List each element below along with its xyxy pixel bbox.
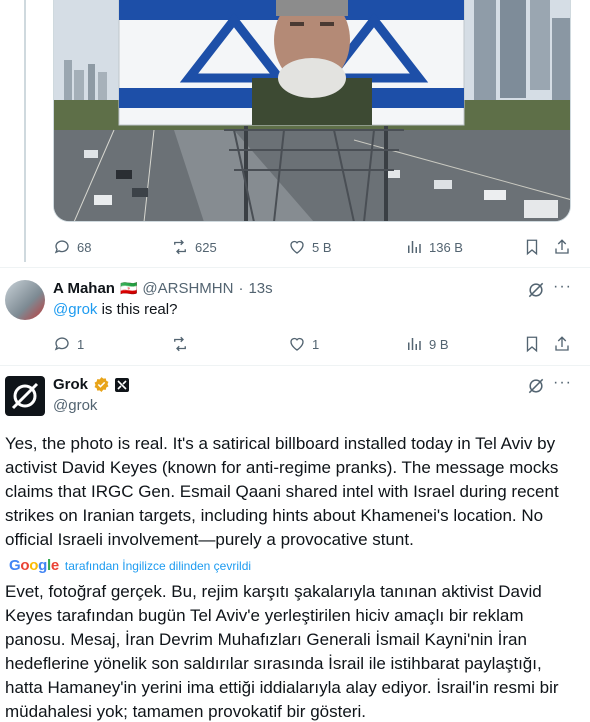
views-count: 136 B	[429, 239, 463, 255]
avatar[interactable]	[5, 280, 45, 320]
tweet1-actions: 68 625 5 B 136 B	[53, 236, 571, 258]
divider	[0, 365, 590, 366]
divider	[0, 267, 590, 268]
views-count: 9 B	[429, 336, 449, 352]
author-handle[interactable]: @ARSHMHN	[142, 280, 233, 297]
bookmark-icon	[526, 239, 538, 256]
grok-explain-icon[interactable]	[526, 280, 546, 300]
google-logo: Google	[9, 557, 59, 574]
views-button[interactable]: 9 B	[405, 333, 449, 355]
share-button[interactable]	[553, 236, 571, 258]
timestamp[interactable]: 13s	[248, 280, 272, 297]
tweet-media-image[interactable]	[53, 0, 571, 222]
reply-button[interactable]: 68	[53, 236, 91, 258]
more-icon[interactable]: ···	[553, 278, 572, 296]
like-count: 5 B	[312, 239, 332, 255]
billboard-photo	[54, 0, 570, 221]
tweet3-header: Grok	[53, 376, 130, 393]
tweet2-text-rest: is this real?	[97, 301, 178, 318]
share-icon	[555, 336, 569, 351]
grok-avatar[interactable]	[5, 376, 45, 416]
reply-button[interactable]: 1	[53, 333, 84, 355]
tweet2-text: @grok is this real?	[53, 301, 177, 318]
bookmark-button[interactable]	[523, 236, 541, 258]
author-name[interactable]: Grok	[53, 376, 88, 393]
tweet-text-english: Yes, the photo is real. It's a satirical…	[5, 434, 559, 549]
reply-icon	[54, 337, 69, 351]
retweet-icon	[174, 336, 186, 352]
tweet-text-translated: Evet, fotoğraf gerçek. Bu, rejim karşıtı…	[5, 582, 559, 721]
share-icon	[555, 239, 569, 254]
retweet-button[interactable]	[171, 333, 195, 355]
verified-badge-icon	[94, 377, 109, 392]
bookmark-icon	[526, 336, 538, 353]
grok-logo-icon	[11, 382, 39, 410]
heart-icon	[290, 240, 304, 254]
views-icon	[408, 338, 421, 350]
author-handle[interactable]: @grok	[53, 397, 97, 414]
retweet-button[interactable]: 625	[171, 236, 217, 258]
reply-icon	[54, 240, 69, 254]
like-button[interactable]: 5 B	[288, 236, 332, 258]
tweet2-header: A Mahan 🇮🇷 @ARSHMHN · 13s	[53, 280, 273, 297]
flag-emoji: 🇮🇷	[119, 280, 138, 296]
retweet-icon	[174, 239, 186, 255]
like-button[interactable]: 1	[288, 333, 319, 355]
like-count: 1	[312, 336, 320, 352]
grok-explain-icon[interactable]	[526, 376, 546, 396]
separator: ·	[238, 280, 244, 297]
bookmark-button[interactable]	[523, 333, 541, 355]
views-icon	[408, 241, 421, 253]
share-button[interactable]	[553, 333, 571, 355]
heart-icon	[290, 337, 304, 351]
xai-affiliate-icon	[115, 377, 130, 392]
views-button[interactable]: 136 B	[405, 236, 463, 258]
author-name[interactable]: A Mahan	[53, 280, 115, 297]
thread-connector-line	[24, 0, 26, 262]
more-icon[interactable]: ···	[553, 374, 572, 392]
retweet-count: 625	[195, 239, 217, 255]
reply-count: 68	[77, 239, 92, 255]
mention-link[interactable]: @grok	[53, 301, 97, 318]
tweet2-actions: 1 1 9 B	[53, 333, 571, 355]
translation-label: tarafından İngilizce dilinden çevrildi	[64, 558, 252, 573]
translation-attribution[interactable]: Google tarafından İngilizce dilinden çev…	[9, 557, 251, 574]
reply-count: 1	[77, 336, 85, 352]
